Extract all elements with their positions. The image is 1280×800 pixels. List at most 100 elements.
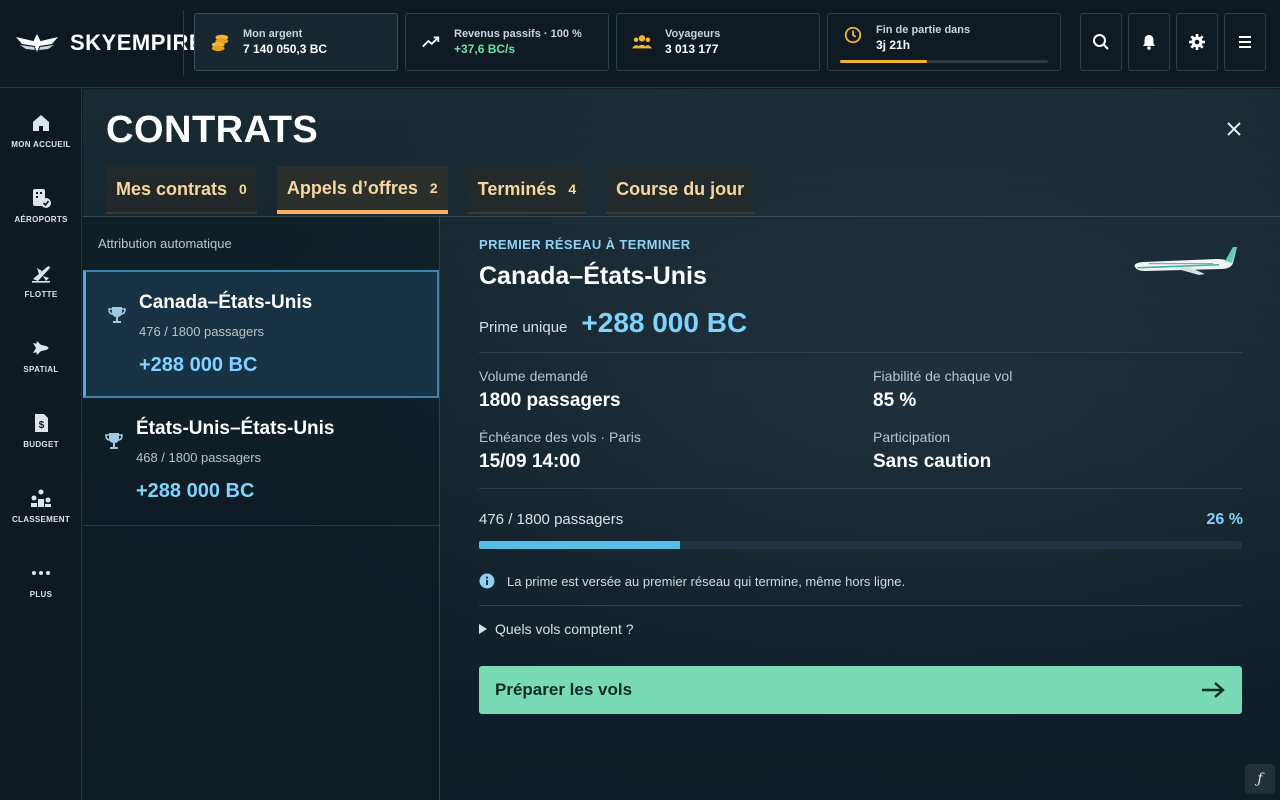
home-icon [33, 115, 49, 131]
detail-title: Canada–États-Unis [479, 262, 707, 290]
detail-kicker: PREMIER RÉSEAU À TERMINER [479, 237, 691, 252]
sidebar-item-more[interactable]: PLUS [0, 562, 82, 622]
page-title: CONTRATS [106, 109, 319, 151]
tab-label: Terminés [477, 178, 557, 199]
sidebar-item-label: SPATIAL [23, 365, 59, 374]
stat-endgame-value: 3j 21h [876, 38, 911, 52]
prime-row: Prime unique +288 000 BC [479, 307, 747, 339]
logo-wings-icon [16, 34, 58, 52]
stat-endgame-label: Fin de partie dans [876, 24, 971, 36]
endgame-progress [840, 60, 1048, 63]
which-flights-disclosure[interactable]: Quels vols comptent ? [479, 621, 634, 637]
stat-travelers-label: Voyageurs [665, 28, 721, 40]
contract-name: États-Unis–États-Unis [136, 418, 335, 439]
stat-income-value: +37,6 BC/s [454, 42, 516, 56]
stat-income-label: Revenus passifs · 100 % [454, 28, 582, 40]
tab-my-contracts[interactable]: Mes contrats 0 [106, 166, 257, 214]
sidebar-item-home[interactable]: MON ACCUEIL [0, 112, 82, 172]
tab-count: 4 [568, 181, 577, 197]
sidebar-item-label: CLASSEMENT [11, 515, 71, 524]
prime-value: +288 000 BC [581, 307, 748, 338]
tab-tenders[interactable]: Appels d’offres 2 [276, 166, 448, 214]
airport-icon [33, 189, 51, 208]
contracts-panel: CONTRATS Mes contrats 0 Appels d’offres … [83, 89, 1280, 800]
tab-count: 2 [429, 180, 438, 196]
sidebar: MON ACCUEIL AÉROPORTS FLOTTE SPATIAL $ B… [0, 88, 82, 800]
divider [479, 352, 1242, 353]
divider [479, 605, 1242, 606]
field-label: Participation [873, 429, 951, 445]
field-value: 15/09 14:00 [479, 451, 581, 472]
search-icon [1093, 34, 1109, 50]
prepare-flights-button[interactable]: Préparer les vols [479, 666, 1242, 714]
trend-up-icon [420, 31, 442, 53]
contract-item[interactable]: États-Unis–États-Unis 468 / 1800 passage… [83, 398, 439, 526]
stat-income[interactable]: Revenus passifs · 100 % +37,6 BC/s [405, 13, 609, 71]
search-button[interactable] [1080, 13, 1122, 71]
info-icon [479, 573, 495, 589]
tab-completed[interactable]: Terminés 4 [467, 166, 587, 214]
progress-label: 476 / 1800 passagers [479, 511, 624, 528]
stat-endgame[interactable]: Fin de partie dans 3j 21h [827, 13, 1061, 71]
trophy-icon [105, 433, 123, 449]
field-participation: Participation Sans caution [873, 429, 991, 473]
menu-icon [1239, 36, 1251, 48]
more-icon [32, 571, 50, 575]
progress-bar [479, 541, 1242, 549]
sidebar-item-label: BUDGET [23, 440, 59, 449]
users-icon [631, 31, 653, 53]
contract-passengers: 468 / 1800 passagers [136, 450, 262, 465]
progress-bar-fill [479, 541, 681, 549]
tab-daily-race[interactable]: Course du jour [606, 166, 755, 214]
field-value: Sans caution [873, 451, 992, 472]
brand-divider [183, 10, 184, 76]
clock-icon [842, 24, 864, 46]
field-label: Fiabilité de chaque vol [873, 368, 1013, 384]
sidebar-item-label: FLOTTE [24, 290, 58, 299]
menu-button[interactable] [1224, 13, 1266, 71]
settings-button[interactable] [1176, 13, 1218, 71]
contract-passengers: 476 / 1800 passagers [139, 324, 265, 339]
contract-list: Attribution automatique Canada–États-Uni… [83, 217, 440, 800]
airliner-icon [1134, 247, 1237, 275]
sidebar-item-label: AÉROPORTS [14, 215, 68, 224]
field-deadline: Échéance des vols · Paris 15/09 14:00 [479, 429, 641, 473]
debug-toolbar-icon[interactable]: ƒ [1245, 764, 1275, 794]
tab-bar: Mes contrats 0 Appels d’offres 2 Terminé… [106, 166, 755, 216]
stat-money-value: 7 140 050,3 BC [243, 42, 328, 56]
trophy-icon [108, 307, 126, 323]
progress-percent: 26 % [1206, 511, 1243, 528]
contract-item-selected[interactable]: Canada–États-Unis 476 / 1800 passagers +… [83, 270, 439, 398]
endgame-progress-fill [840, 60, 928, 63]
bell-icon [1143, 35, 1155, 50]
notifications-button[interactable] [1128, 13, 1170, 71]
top-bar: SKYEMPIRE Mon argent 7 140 050,3 BC Reve… [0, 0, 1280, 88]
info-text: La prime est versée au premier réseau qu… [507, 573, 906, 589]
sidebar-item-ranking[interactable]: CLASSEMENT [0, 487, 82, 547]
brand[interactable]: SKYEMPIRE [14, 26, 204, 60]
svg-text:$: $ [39, 420, 45, 431]
field-value: 85 % [873, 390, 917, 411]
arrow-right-icon [1202, 682, 1225, 698]
cta-label: Préparer les vols [495, 680, 633, 699]
stat-money[interactable]: Mon argent 7 140 050,3 BC [194, 13, 398, 71]
stat-travelers[interactable]: Voyageurs 3 013 177 [616, 13, 820, 71]
field-reliability: Fiabilité de chaque vol 85 % [873, 368, 1012, 412]
sidebar-item-airports[interactable]: AÉROPORTS [0, 187, 82, 247]
close-icon[interactable] [1223, 118, 1245, 140]
tab-label: Mes contrats [116, 178, 228, 199]
auto-assignment-label: Attribution automatique [98, 236, 232, 251]
tab-count: 0 [239, 181, 247, 197]
info-note: La prime est versée au premier réseau qu… [479, 573, 905, 589]
stat-travelers-value: 3 013 177 [665, 42, 719, 56]
tab-label: Course du jour [616, 178, 745, 199]
contract-bonus: +288 000 BC [139, 354, 258, 376]
budget-icon: $ [35, 414, 48, 432]
sidebar-item-fleet[interactable]: FLOTTE [0, 262, 82, 322]
tab-label: Appels d’offres [286, 177, 418, 198]
sidebar-item-budget[interactable]: $ BUDGET [0, 412, 82, 472]
prime-label: Prime unique [479, 319, 568, 336]
ranking-icon [31, 489, 51, 507]
field-volume: Volume demandé 1800 passagers [479, 368, 621, 412]
sidebar-item-space[interactable]: SPATIAL [0, 337, 82, 397]
